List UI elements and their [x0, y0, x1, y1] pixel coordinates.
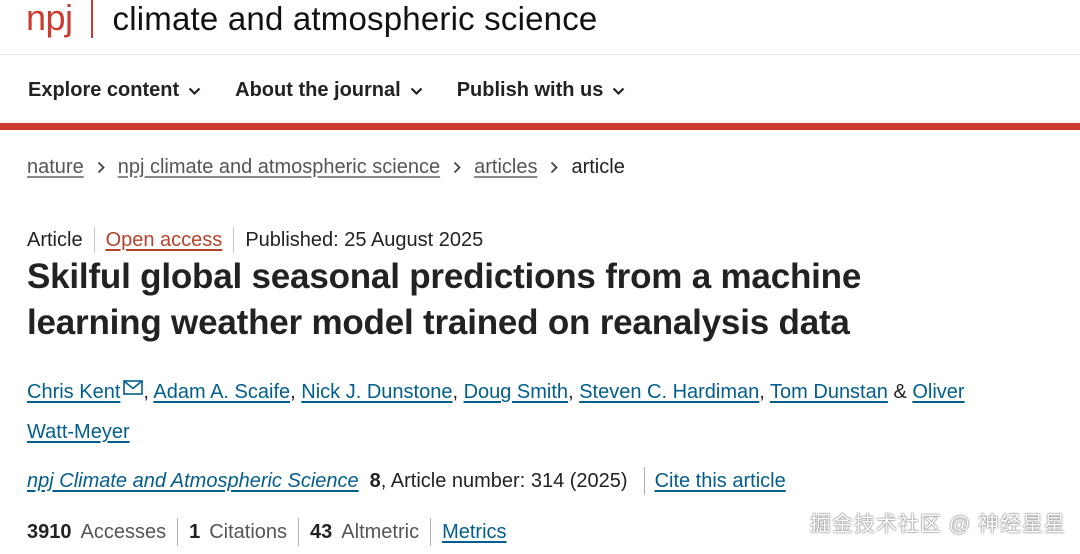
nav-item-label: About the journal	[235, 78, 401, 101]
chevron-down-icon	[188, 79, 201, 102]
chevron-down-icon	[410, 79, 423, 102]
divider	[298, 518, 300, 546]
open-access-link[interactable]: Open access	[106, 229, 223, 252]
journal-link[interactable]: npj Climate and Atmospheric Science	[27, 470, 359, 493]
author-link[interactable]: Tom Dunstan	[770, 381, 888, 403]
author-link[interactable]: Steven C. Hardiman	[579, 381, 759, 403]
author-link[interactable]: Adam A. Scaife	[153, 381, 290, 403]
article-number: , Article number: 314 (2025)	[380, 469, 628, 492]
divider	[93, 227, 95, 253]
chevron-right-icon	[550, 161, 559, 174]
altmetric-count: 43	[310, 520, 333, 543]
cite-this-article-link[interactable]: Cite this article	[655, 470, 786, 493]
article-meta: Article Open access Published: 25 August…	[27, 227, 483, 253]
chevron-right-icon	[97, 161, 105, 174]
nav-about-journal[interactable]: About the journal	[235, 79, 423, 102]
author-and: &	[893, 381, 907, 403]
chevron-down-icon	[612, 79, 625, 102]
nav-explore-content[interactable]: Explore content	[28, 79, 201, 102]
published-date: Published: 25 August 2025	[245, 228, 484, 251]
author-separator: ,	[568, 381, 574, 403]
author-separator: ,	[452, 381, 458, 403]
citations-count: 1	[189, 520, 201, 543]
author-link[interactable]: Doug Smith	[464, 381, 569, 403]
article-metrics: 3910 Accesses 1 Citations 43 Altmetric M…	[27, 518, 507, 546]
breadcrumb-articles[interactable]: articles	[474, 156, 537, 179]
breadcrumb: nature npj climate and atmospheric scien…	[27, 156, 625, 179]
nav-publish-with-us[interactable]: Publish with us	[457, 79, 626, 102]
author-separator: ,	[290, 381, 296, 403]
citation-line: npj Climate and Atmospheric Science 8 , …	[27, 467, 786, 495]
accesses-count: 3910	[27, 520, 72, 543]
author-link[interactable]: Chris Kent	[27, 381, 120, 403]
nav-item-label: Publish with us	[456, 78, 604, 101]
brand-divider	[90, 0, 93, 38]
watermark: 掘金技术社区 @ 神经星星	[810, 513, 1066, 536]
brand-title: climate and atmospheric science	[112, 0, 598, 37]
author-separator: ,	[759, 381, 765, 403]
author-list: Chris Kent, Adam A. Scaife, Nick J. Duns…	[27, 369, 987, 452]
metrics-link[interactable]: Metrics	[442, 521, 506, 544]
divider	[643, 467, 645, 495]
volume: 8	[369, 469, 381, 492]
chevron-right-icon	[453, 161, 461, 174]
article-type: Article	[27, 228, 83, 251]
author-separator: ,	[143, 381, 149, 403]
breadcrumb-current: article	[571, 156, 625, 178]
brand-npj: npj	[26, 0, 73, 38]
site-logo[interactable]: npj climate and atmospheric science	[26, 0, 597, 42]
divider	[233, 227, 235, 253]
divider	[177, 518, 179, 546]
author-link[interactable]: Nick J. Dunstone	[301, 381, 452, 403]
citations-label: Citations	[209, 520, 288, 543]
header-divider	[0, 54, 1080, 55]
main-nav: Explore content About the journal Publis…	[28, 74, 659, 106]
altmetric-label: Altmetric	[341, 520, 420, 543]
article-title: Skilful global seasonal predictions from…	[27, 257, 862, 342]
accesses-label: Accesses	[80, 520, 167, 543]
breadcrumb-nature[interactable]: nature	[27, 156, 84, 179]
breadcrumb-journal[interactable]: npj climate and atmospheric science	[118, 156, 440, 179]
divider	[430, 518, 432, 546]
accent-bar	[0, 123, 1080, 130]
nav-item-label: Explore content	[28, 78, 180, 101]
mail-icon[interactable]	[123, 369, 144, 409]
